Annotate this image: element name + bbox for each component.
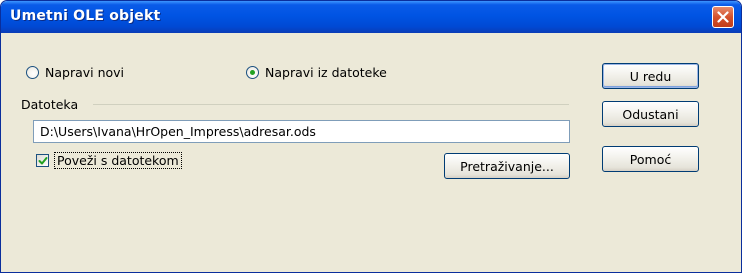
link-to-file-checkbox[interactable]: Poveži s datotekom <box>36 151 182 169</box>
file-section-label: Datoteka <box>21 97 79 112</box>
dialog-title: Umetni OLE objekt <box>10 8 161 24</box>
help-button[interactable]: Pomoć <box>602 146 699 172</box>
radio-create-new-label: Napravi novi <box>45 64 125 80</box>
dialog-window: Umetni OLE objekt Napravi novi Napravi i… <box>0 0 742 273</box>
radio-create-from-file-label: Napravi iz datoteke <box>265 64 387 80</box>
close-icon <box>717 11 729 23</box>
title-bar[interactable]: Umetni OLE objekt <box>1 1 741 33</box>
ok-button[interactable]: U redu <box>602 63 699 89</box>
radio-icon[interactable] <box>246 65 259 79</box>
radio-icon[interactable] <box>26 65 39 79</box>
checkmark-icon <box>38 156 48 164</box>
link-to-file-label: Poveži s datotekom <box>54 151 182 169</box>
close-button[interactable] <box>712 6 734 28</box>
browse-button[interactable]: Pretraživanje... <box>444 153 570 179</box>
radio-selected-dot <box>250 69 255 75</box>
file-section-divider <box>93 104 569 105</box>
file-path-input[interactable] <box>33 120 570 143</box>
cancel-button[interactable]: Odustani <box>602 101 699 127</box>
radio-create-new[interactable]: Napravi novi <box>26 63 124 81</box>
checkbox-box[interactable] <box>36 153 49 167</box>
radio-create-from-file[interactable]: Napravi iz datoteke <box>246 63 387 81</box>
